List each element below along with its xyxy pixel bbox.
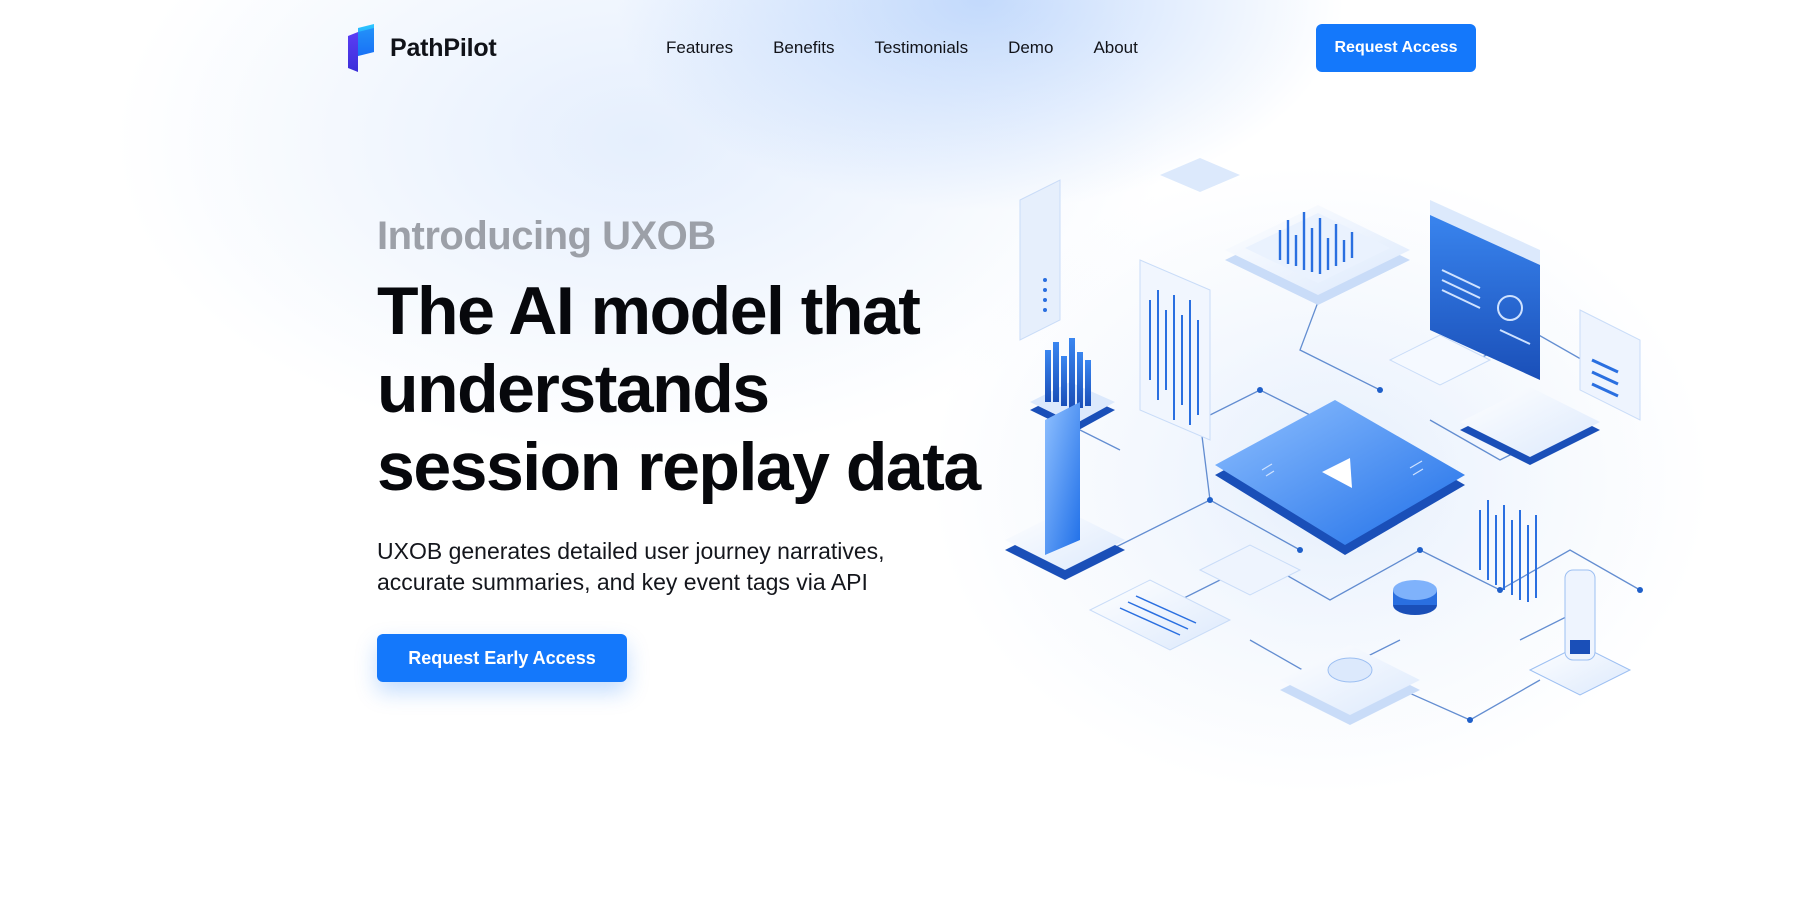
headline-line-2: understands (377, 351, 770, 427)
nav-item-features[interactable]: Features (666, 36, 733, 60)
isometric-data-platform-illustration (1005, 158, 1665, 760)
brand-name: PathPilot (390, 33, 497, 62)
request-early-access-button[interactable]: Request Early Access (377, 634, 627, 682)
hero-eyebrow: Introducing UXOB (377, 214, 716, 258)
nav-item-testimonials[interactable]: Testimonials (875, 36, 969, 60)
nav-item-benefits[interactable]: Benefits (773, 36, 834, 60)
request-access-button[interactable]: Request Access (1316, 24, 1476, 72)
site-header: PathPilot Features Benefits Testimonials… (0, 0, 1808, 96)
nav-item-about[interactable]: About (1093, 36, 1137, 60)
headline-line-1: The AI model that (377, 273, 921, 349)
hero-headline: The AI model that understands session re… (377, 272, 997, 506)
main-nav: Features Benefits Testimonials Demo Abou… (666, 36, 1178, 60)
pathpilot-logo-icon (348, 24, 374, 72)
nav-item-demo[interactable]: Demo (1008, 36, 1053, 60)
logo[interactable]: PathPilot (346, 24, 497, 72)
hero-subtitle: UXOB generates detailed user journey nar… (377, 538, 885, 595)
headline-line-3: session replay data (377, 429, 981, 505)
